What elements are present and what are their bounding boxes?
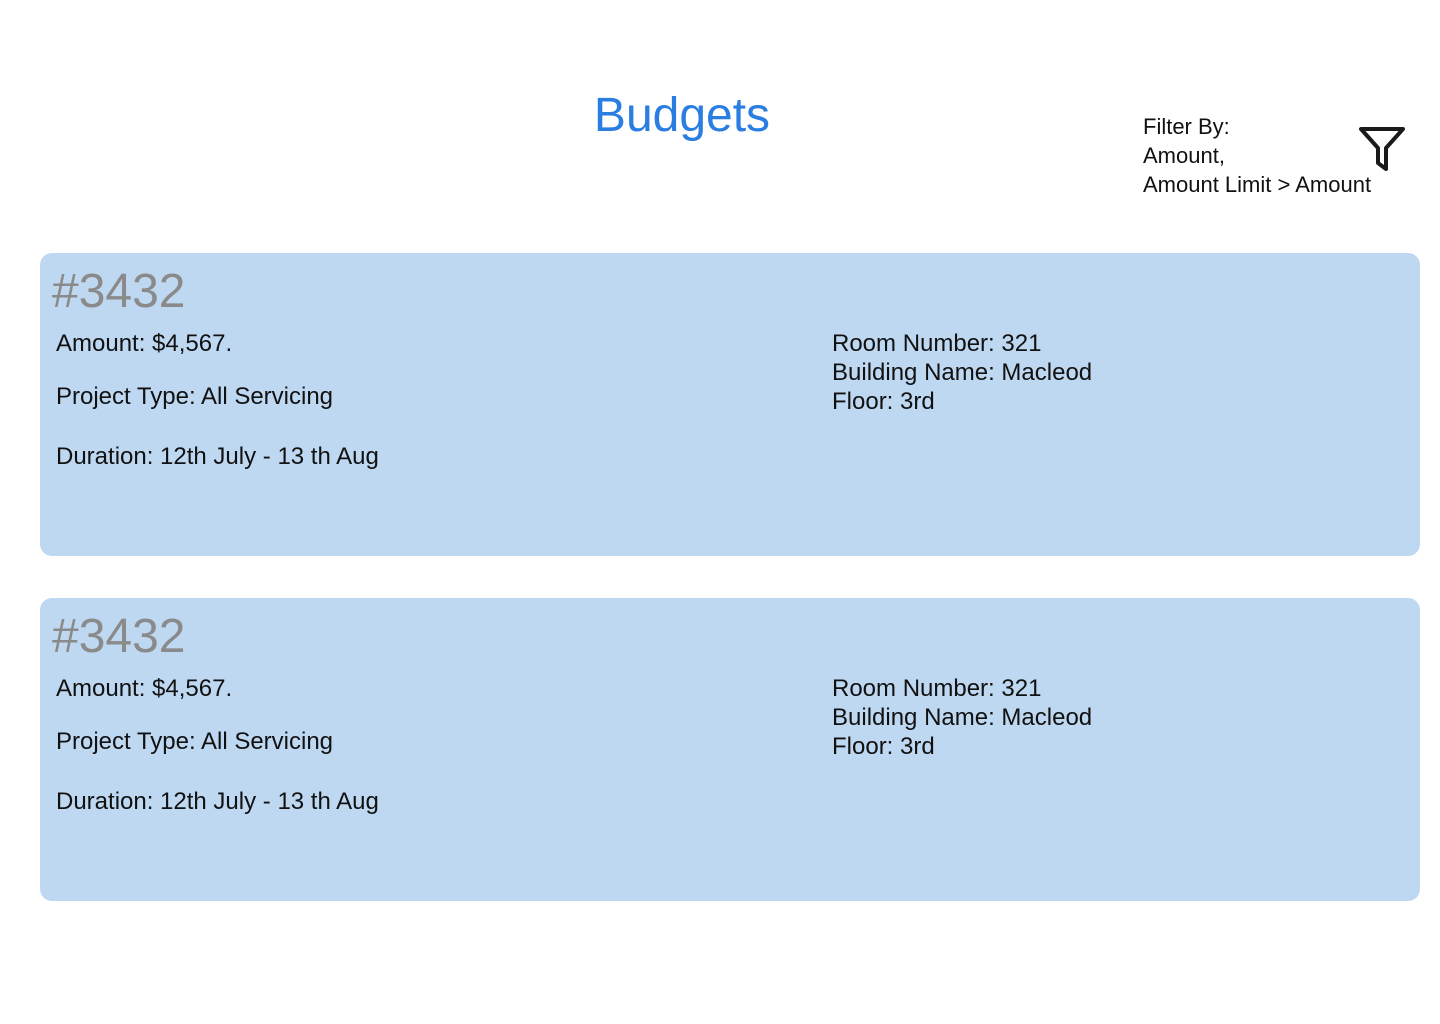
budget-amount: Amount: $4,567.	[56, 675, 233, 702]
filter-funnel-icon[interactable]	[1358, 126, 1406, 172]
budget-id: #3432	[52, 265, 186, 318]
budget-floor: Floor: 3rd	[832, 388, 935, 415]
budget-building-name: Building Name: Macleod	[832, 704, 1093, 731]
budget-room-number: Room Number: 321	[832, 675, 1042, 702]
budget-amount: Amount: $4,567.	[56, 330, 233, 357]
budget-duration: Duration: 12th July - 13 th Aug	[56, 788, 379, 815]
budget-card[interactable]: #3432 Amount: $4,567. Project Type: All …	[40, 253, 1420, 556]
budget-duration: Duration: 12th July - 13 th Aug	[56, 443, 379, 470]
filter-panel: Filter By: Amount, Amount Limit > Amount	[1143, 112, 1433, 199]
budget-project-type: Project Type: All Servicing	[56, 383, 334, 410]
budget-project-type: Project Type: All Servicing	[56, 728, 334, 755]
budget-card[interactable]: #3432 Amount: $4,567. Project Type: All …	[40, 598, 1420, 901]
filter-criterion-limit: Amount Limit > Amount	[1143, 172, 1372, 197]
budget-building-name: Building Name: Macleod	[832, 359, 1093, 386]
budget-floor: Floor: 3rd	[832, 733, 935, 760]
budget-room-number: Room Number: 321	[832, 330, 1042, 357]
budget-id: #3432	[52, 610, 186, 663]
